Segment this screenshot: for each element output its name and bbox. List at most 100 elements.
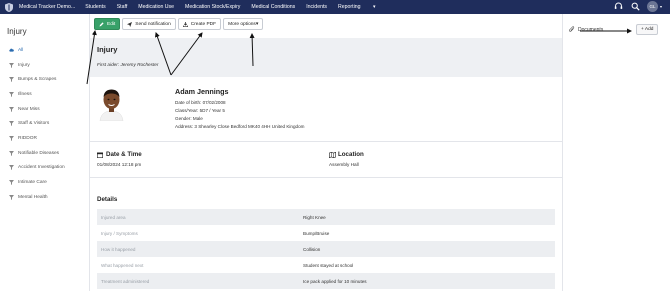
action-toolbar: Edit Send notification Create PDF More o… xyxy=(94,18,265,30)
row-label: Injury / Symptoms xyxy=(101,230,138,236)
filter-icon xyxy=(9,194,14,200)
incident-type-list: All Injury Bumps & Scrapes Illness Near … xyxy=(0,43,89,205)
row-value: Student stayed at school xyxy=(303,262,354,268)
sidebar-item-label: All xyxy=(18,47,24,53)
shield-logo-icon[interactable] xyxy=(4,2,14,12)
row-value: Bump/Bruise xyxy=(303,230,330,236)
support-icon[interactable] xyxy=(613,1,624,12)
row-label: What happened next xyxy=(101,262,144,268)
student-gender: Gender: Male xyxy=(175,116,203,121)
nav-students[interactable]: Students xyxy=(85,4,105,10)
sidebar-item-intimate-care[interactable]: Intimate Care xyxy=(0,175,89,190)
incident-type-sidebar: Injury All Injury Bumps & Scrapes Illnes… xyxy=(0,14,90,291)
nav-incidents[interactable]: Incidents xyxy=(306,4,327,10)
date-time-title: Date & Time xyxy=(106,151,142,158)
create-pdf-label: Create PDF xyxy=(190,21,217,27)
chevron-down-icon: ▾ xyxy=(255,21,259,27)
student-dob: Date of birth: 07/02/2008 xyxy=(175,100,226,105)
nav-reporting[interactable]: Reporting ▾ xyxy=(338,4,387,10)
sidebar-item-label: Injury xyxy=(18,62,30,68)
incident-detail: Edit Send notification Create PDF More o… xyxy=(90,14,562,291)
sidebar-item-label: Mental Health xyxy=(18,194,48,200)
nav-reporting-label: Reporting xyxy=(338,4,361,10)
sidebar-item-riddor[interactable]: RIDDOR xyxy=(0,131,89,146)
location-value: Assembly Hall xyxy=(329,162,359,167)
documents-heading: Documents xyxy=(569,26,603,33)
filter-icon xyxy=(9,121,14,127)
documents-label: Documents xyxy=(578,26,604,33)
sidebar-item-all[interactable]: All xyxy=(0,43,89,58)
nav-medication-use[interactable]: Medication Use xyxy=(138,4,174,10)
filter-icon xyxy=(9,77,14,83)
send-notification-button[interactable]: Send notification xyxy=(122,18,176,30)
edit-button-label: Edit xyxy=(107,21,116,27)
table-row: Injured area Right Knee xyxy=(97,209,555,225)
filter-icon xyxy=(9,150,14,156)
incident-header: Injury First aider: Jeremy Rochester xyxy=(90,38,562,77)
incident-title: Injury xyxy=(97,45,118,54)
sidebar-item-label: RIDDOR xyxy=(18,135,37,141)
filter-icon xyxy=(9,106,14,112)
sidebar-item-label: Intimate Care xyxy=(18,180,47,186)
nav-medical-conditions[interactable]: Medical Conditions xyxy=(251,4,295,10)
sidebar-item-label: Illness xyxy=(18,91,32,97)
send-notification-label: Send notification xyxy=(135,21,171,27)
more-options-dropdown[interactable]: More options ▾ xyxy=(223,18,264,30)
table-row: What happened next Student stayed at scho… xyxy=(97,257,555,273)
row-value: Ice pack applied for 10 minutes xyxy=(303,278,367,284)
table-row: Treatment administered Ice pack applied f… xyxy=(97,273,555,289)
add-document-button[interactable]: + Add xyxy=(636,24,659,35)
sidebar-item-illness[interactable]: Illness xyxy=(0,87,89,102)
edit-button[interactable]: Edit xyxy=(94,18,121,30)
sidebar-item-staff-visitors[interactable]: Staff & Visitors xyxy=(0,116,89,131)
more-options-label: More options xyxy=(228,21,256,27)
details-table: Injured area Right Knee Injury / Symptoms… xyxy=(97,209,555,289)
filter-icon xyxy=(9,165,14,171)
sidebar-item-label: Near Miss xyxy=(18,106,40,112)
user-avatar[interactable]: GL xyxy=(646,1,658,12)
topbar-right: GL ▾ xyxy=(607,1,662,12)
search-icon[interactable] xyxy=(630,1,641,12)
create-pdf-button[interactable]: Create PDF xyxy=(177,18,222,30)
student-address: Address: 3 Shearley Close Bedford MK40 4… xyxy=(175,124,305,129)
first-aider: First aider: Jeremy Rochester xyxy=(97,62,159,67)
nav-medication-stock[interactable]: Medication Stock/Expiry xyxy=(185,4,240,10)
divider xyxy=(90,177,562,178)
cloud-icon xyxy=(9,48,14,53)
divider xyxy=(90,141,562,142)
sidebar-item-accident-investigation[interactable]: Accident Investigation xyxy=(0,161,89,176)
location-heading: Location xyxy=(329,151,364,158)
details-heading: Details xyxy=(97,196,118,203)
sidebar-item-label: Notifiable Diseases xyxy=(18,150,60,156)
date-time-heading: Date & Time xyxy=(97,151,142,158)
sidebar-title: Injury xyxy=(7,27,27,36)
table-row: Injury / Symptoms Bump/Bruise xyxy=(97,225,555,241)
brand-name[interactable]: Medical Tracker Demo... xyxy=(19,4,75,10)
filter-icon xyxy=(9,62,14,68)
download-icon xyxy=(182,21,188,27)
student-name[interactable]: Adam Jennings xyxy=(175,87,229,96)
row-value: Right Knee xyxy=(303,214,326,220)
student-photo[interactable] xyxy=(98,86,125,122)
sidebar-item-notifiable-diseases[interactable]: Notifiable Diseases xyxy=(0,146,89,161)
student-info: Adam Jennings Date of birth: 07/02/2008 … xyxy=(90,77,562,150)
sidebar-item-mental-health[interactable]: Mental Health xyxy=(0,190,89,205)
date-time-value: 01/08/2024 12:18 pm xyxy=(97,162,142,167)
chevron-down-icon: ▾ xyxy=(371,4,376,10)
sidebar-item-injury[interactable]: Injury xyxy=(0,58,89,73)
sidebar-item-bumps-scrapes[interactable]: Bumps & Scrapes xyxy=(0,72,89,87)
documents-panel: Documents + Add xyxy=(562,14,670,291)
sidebar-item-near-miss[interactable]: Near Miss xyxy=(0,102,89,117)
row-label: How it happened xyxy=(101,246,136,252)
filter-icon xyxy=(9,180,14,186)
calendar-icon xyxy=(97,152,104,158)
sidebar-item-label: Staff & Visitors xyxy=(18,121,50,127)
map-icon xyxy=(329,151,336,158)
nav-staff[interactable]: Staff xyxy=(117,4,128,10)
student-class-year: Class/Year: 5D7 / Year 5 xyxy=(175,108,225,113)
location-title: Location xyxy=(338,151,364,158)
sidebar-item-label: Accident Investigation xyxy=(18,165,65,171)
main-nav: Students Staff Medication Use Medication… xyxy=(85,4,397,10)
chevron-down-icon[interactable]: ▾ xyxy=(660,4,662,9)
filter-icon xyxy=(9,135,14,141)
